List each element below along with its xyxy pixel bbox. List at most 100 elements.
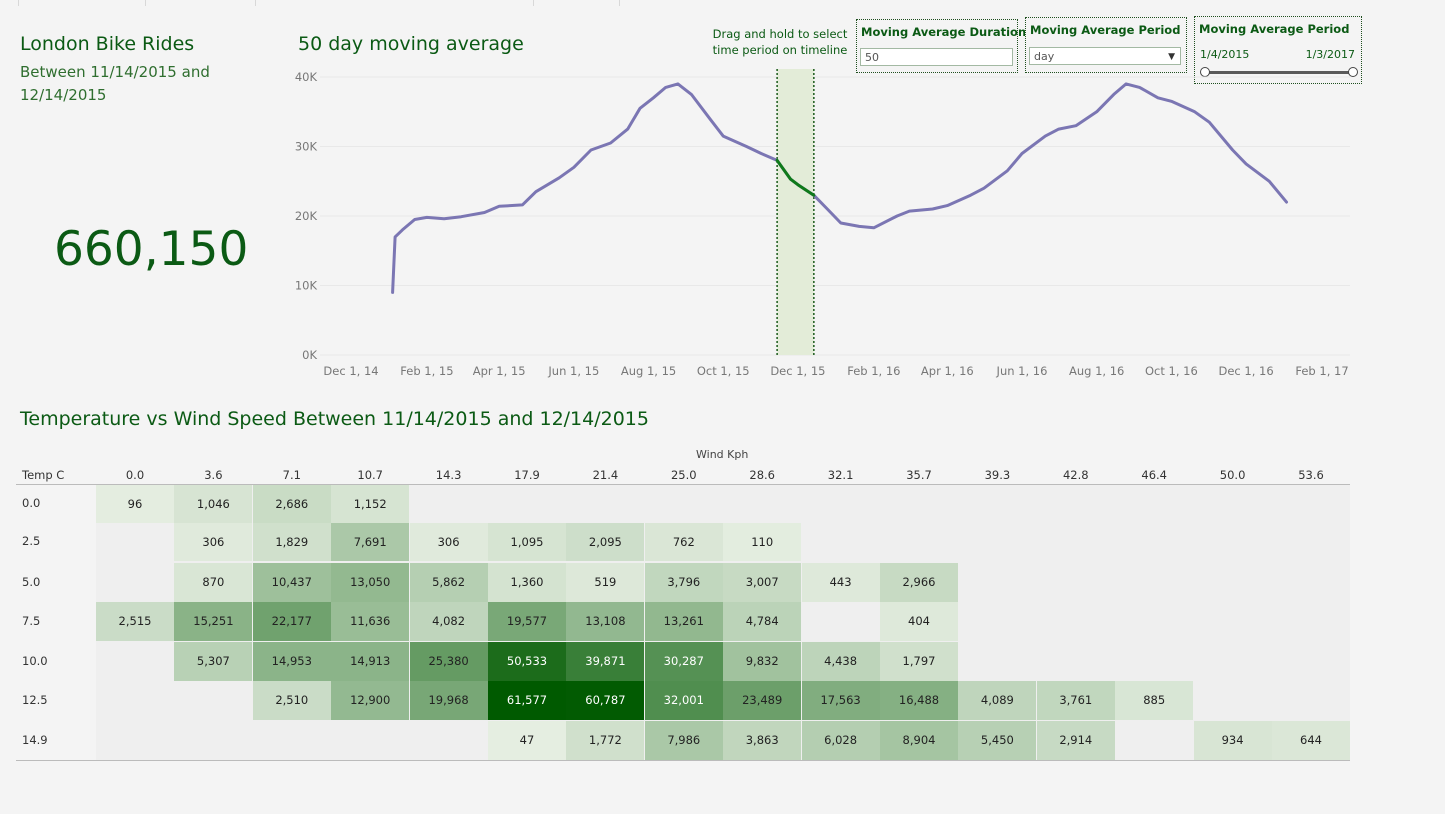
heatmap-cell: 19,577 — [488, 602, 566, 641]
heatmap-cell: 50,533 — [488, 642, 566, 681]
wind-column-header: 42.8 — [1062, 468, 1089, 482]
heatmap-cell: 16,488 — [880, 681, 958, 720]
wind-column-header: 25.0 — [670, 468, 697, 482]
heatmap-cell: 1,046 — [174, 485, 253, 523]
heatmap-cell: 32,001 — [644, 681, 723, 720]
heatmap-cell: 1,797 — [880, 642, 958, 681]
wind-column-header: 32.1 — [827, 468, 854, 482]
heatmap-cell: 870 — [174, 563, 253, 602]
x-tick-label: Feb 1, 17 — [1295, 364, 1348, 378]
heatmap-cell: 3,863 — [723, 721, 802, 760]
heatmap-cell: 5,450 — [958, 721, 1037, 760]
duration-label: Moving Average Duration — [861, 25, 1027, 39]
x-tick-label: Feb 1, 15 — [400, 364, 453, 378]
x-tick-label: Dec 1, 16 — [1218, 364, 1273, 378]
heatmap-cell: 47 — [488, 721, 566, 760]
timeline-hint: Drag and hold to select time period on t… — [712, 27, 848, 57]
wind-column-header: 7.1 — [282, 468, 301, 482]
heatmap-cell: 519 — [566, 563, 645, 602]
heatmap-cell: 5,307 — [174, 642, 253, 681]
wind-column-header: 0.0 — [125, 468, 145, 482]
heatmap-cell: 4,082 — [409, 602, 488, 641]
heatmap-cell: 4,784 — [723, 602, 802, 641]
heatmap-cell: 13,108 — [566, 602, 645, 641]
date-range-subtitle: Between 11/14/2015 and 12/14/2015 — [20, 63, 210, 104]
heatmap-cell: 13,050 — [331, 563, 410, 602]
heatmap-cell: 2,095 — [566, 523, 645, 561]
heatmap-cell: 12,900 — [331, 681, 410, 720]
temp-axis-title: Temp C — [22, 468, 65, 482]
heatmap-cell: 1,152 — [331, 485, 410, 523]
total-rides-kpi: 660,150 — [54, 222, 249, 277]
dashboard-title: London Bike Rides — [20, 33, 195, 55]
heatmap-cell: 9,832 — [723, 642, 802, 681]
temp-row-header: 14.9 — [22, 732, 48, 747]
heatmap-cell: 61,577 — [488, 681, 566, 720]
wind-column-header: 10.7 — [357, 468, 383, 482]
heatmap-cell: 934 — [1193, 721, 1272, 760]
temp-row-header: 5.0 — [22, 574, 41, 589]
temp-row-header: 10.0 — [22, 653, 48, 668]
heatmap-cell: 5,862 — [409, 563, 488, 602]
x-tick-label: Jun 1, 16 — [996, 364, 1048, 378]
heatmap-cell: 7,986 — [644, 721, 723, 760]
heatmap-cell: 96 — [96, 485, 174, 523]
heatmap-cell: 443 — [801, 563, 880, 602]
heatmap-cell: 2,686 — [252, 485, 331, 523]
heatmap-bottom-rule — [16, 760, 1350, 761]
heatmap-cell: 3,796 — [644, 563, 723, 602]
heatmap-cell: 30,287 — [644, 642, 723, 681]
x-tick-label: Aug 1, 16 — [1069, 364, 1124, 378]
heatmap-cell: 4,089 — [958, 681, 1037, 720]
heatmap-cell: 1,095 — [488, 523, 566, 561]
heatmap-cell: 2,914 — [1036, 721, 1115, 760]
period-label: Moving Average Period — [1030, 23, 1181, 37]
heatmap-cell: 23,489 — [723, 681, 802, 720]
heatmap-cell: 4,438 — [801, 642, 880, 681]
heatmap-cell: 885 — [1115, 681, 1194, 720]
heatmap-cell: 11,636 — [331, 602, 410, 641]
heatmap-cell: 25,380 — [409, 642, 488, 681]
heatmap-cell: 60,787 — [566, 681, 645, 720]
heatmap-cell: 644 — [1272, 721, 1350, 760]
heatmap-cell: 10,437 — [252, 563, 331, 602]
temp-row-header: 7.5 — [22, 613, 41, 628]
line-chart-title: 50 day moving average — [298, 33, 524, 55]
heatmap-cell: 15,251 — [174, 602, 253, 641]
selection-band[interactable] — [777, 69, 814, 355]
temp-row-header: 12.5 — [22, 692, 48, 707]
x-tick-label: Jun 1, 15 — [547, 364, 599, 378]
heatmap-cell: 7,691 — [331, 523, 410, 561]
y-tick-label: 30K — [295, 140, 318, 154]
y-tick-label: 40K — [295, 70, 318, 84]
x-tick-label: Dec 1, 14 — [323, 364, 378, 378]
heatmap-cell: 39,871 — [566, 642, 645, 681]
temp-row-header: 0.0 — [22, 496, 41, 510]
heatmap-cell: 8,904 — [880, 721, 958, 760]
wind-column-header: 28.6 — [749, 468, 775, 482]
heatmap-cell: 13,261 — [644, 602, 723, 641]
x-tick-label: Oct 1, 15 — [697, 364, 750, 378]
wind-column-header: 14.3 — [435, 468, 462, 482]
wind-column-header: 50.0 — [1219, 468, 1246, 482]
x-tick-label: Aug 1, 15 — [621, 364, 676, 378]
heatmap-cell: 2,515 — [96, 602, 174, 641]
heatmap-title: Temperature vs Wind Speed Between 11/14/… — [20, 408, 649, 430]
moving-average-line-chart[interactable]: 0K 10K 20K 30K 40K Dec 1, 14 Feb 1, 15 Apr 1, 1… — [290, 60, 1370, 390]
wind-column-header: 17.9 — [514, 468, 540, 482]
x-tick-label: Feb 1, 16 — [847, 364, 900, 378]
heatmap-cell: 404 — [880, 602, 958, 641]
x-tick-label: Oct 1, 16 — [1145, 364, 1198, 378]
heatmap-cell: 110 — [723, 523, 802, 561]
heatmap-cell: 14,913 — [331, 642, 410, 681]
wind-column-header: 53.6 — [1298, 468, 1324, 482]
heatmap-cell: 3,761 — [1036, 681, 1115, 720]
wind-axis-title: Wind Kph — [696, 448, 749, 461]
moving-average-line — [391, 82, 1288, 294]
x-tick-label: Apr 1, 15 — [473, 364, 526, 378]
temp-row-header: 2.5 — [22, 534, 41, 548]
heatmap-cell: 2,966 — [880, 563, 958, 602]
heatmap-cell: 306 — [409, 523, 488, 561]
y-tick-label: 0K — [302, 348, 317, 362]
heatmap-cell: 1,772 — [566, 721, 645, 760]
